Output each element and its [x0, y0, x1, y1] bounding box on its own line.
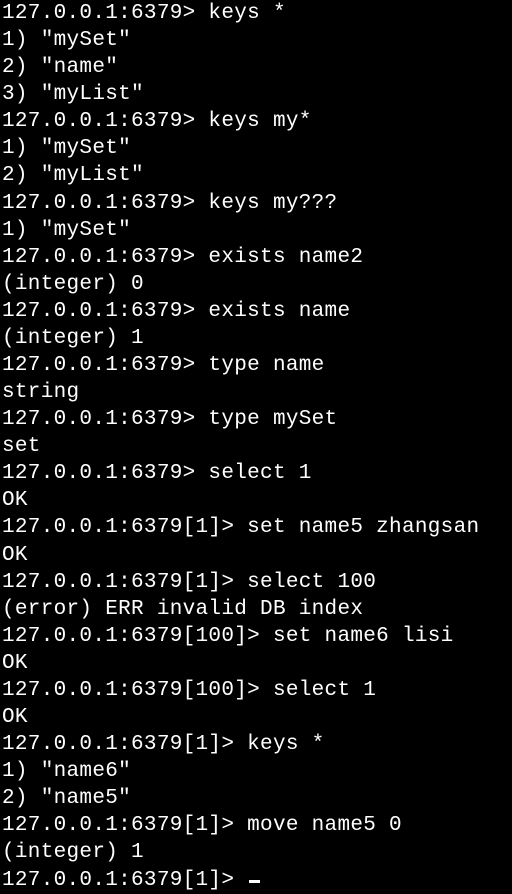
- terminal-line: 127.0.0.1:6379[1]> move name5 0: [2, 812, 510, 839]
- terminal-line: 127.0.0.1:6379[1]> set name5 zhangsan: [2, 514, 510, 541]
- terminal-line: OK: [2, 704, 510, 731]
- terminal-line: 2) "name5": [2, 785, 510, 812]
- terminal-line: 2) "myList": [2, 162, 510, 189]
- terminal-line: 1) "name6": [2, 758, 510, 785]
- terminal-line: 127.0.0.1:6379[1]> select 100: [2, 569, 510, 596]
- terminal-line: 127.0.0.1:6379> type name: [2, 352, 510, 379]
- terminal-line: 1) "mySet": [2, 27, 510, 54]
- terminal-line: 127.0.0.1:6379> exists name: [2, 298, 510, 325]
- terminal-line: 1) "mySet": [2, 217, 510, 244]
- terminal-line: OK: [2, 487, 510, 514]
- terminal-prompt: 127.0.0.1:6379[1]>: [2, 869, 247, 892]
- terminal-line: 127.0.0.1:6379> keys *: [2, 0, 510, 27]
- terminal-line: 3) "myList": [2, 81, 510, 108]
- terminal-line: 127.0.0.1:6379[100]> select 1: [2, 677, 510, 704]
- terminal-line: 127.0.0.1:6379> type mySet: [2, 406, 510, 433]
- terminal-output[interactable]: 127.0.0.1:6379> keys * 1) "mySet" 2) "na…: [2, 0, 510, 894]
- terminal-line: 1) "mySet": [2, 135, 510, 162]
- terminal-line: (error) ERR invalid DB index: [2, 596, 510, 623]
- terminal-line: 127.0.0.1:6379> keys my*: [2, 108, 510, 135]
- terminal-prompt-line[interactable]: 127.0.0.1:6379[1]>: [2, 867, 510, 894]
- terminal-line: 127.0.0.1:6379> keys my???: [2, 190, 510, 217]
- cursor-icon: [249, 880, 260, 883]
- terminal-line: 127.0.0.1:6379> exists name2: [2, 244, 510, 271]
- terminal-line: (integer) 0: [2, 271, 510, 298]
- terminal-line: OK: [2, 650, 510, 677]
- terminal-line: 2) "name": [2, 54, 510, 81]
- terminal-line: 127.0.0.1:6379[1]> keys *: [2, 731, 510, 758]
- terminal-line: (integer) 1: [2, 325, 510, 352]
- terminal-line: (integer) 1: [2, 839, 510, 866]
- terminal-line: set: [2, 433, 510, 460]
- terminal-line: OK: [2, 542, 510, 569]
- terminal-line: 127.0.0.1:6379[100]> set name6 lisi: [2, 623, 510, 650]
- terminal-line: string: [2, 379, 510, 406]
- terminal-line: 127.0.0.1:6379> select 1: [2, 460, 510, 487]
